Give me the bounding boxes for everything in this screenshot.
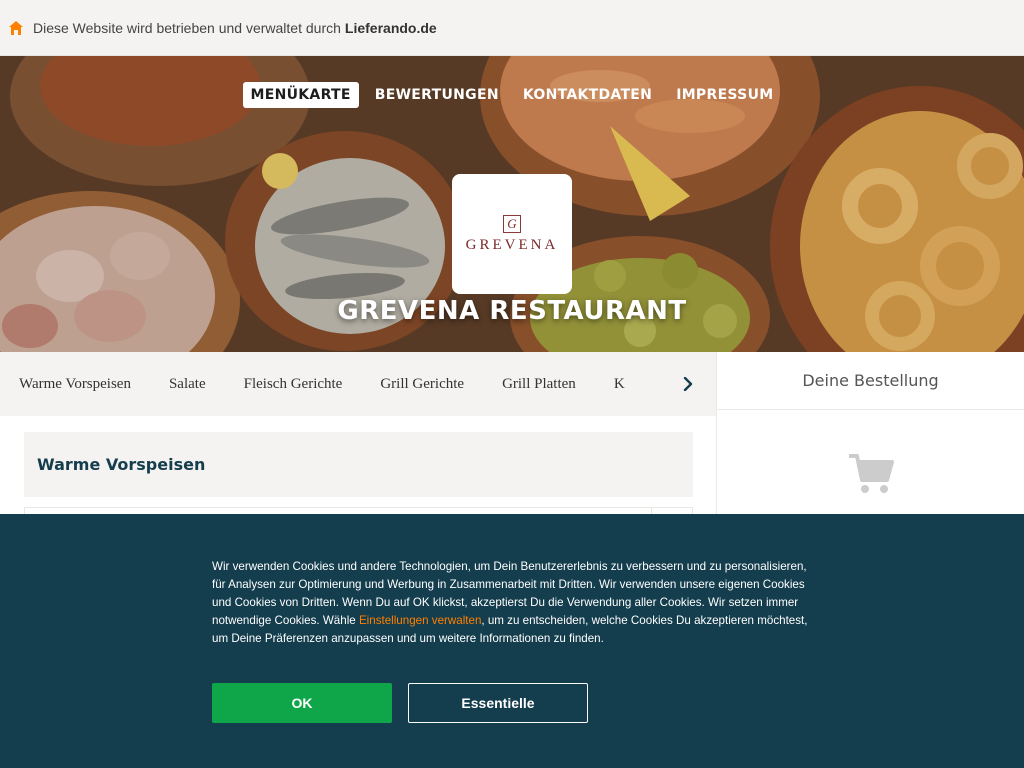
category-warme-vorspeisen[interactable]: Warme Vorspeisen bbox=[19, 376, 131, 393]
restaurant-logo: G GREVENA bbox=[452, 174, 572, 294]
chevron-right-icon bbox=[683, 377, 693, 391]
shopping-cart-icon bbox=[849, 454, 894, 493]
restaurant-nav: MENÜKARTE BEWERTUNGEN KONTAKTDATEN IMPRE… bbox=[0, 82, 1024, 108]
cookie-text: Wir verwenden Cookies und andere Technol… bbox=[212, 558, 816, 648]
provider-bar: Diese Website wird betrieben und verwalt… bbox=[0, 0, 1024, 56]
nav-menukarte[interactable]: MENÜKARTE bbox=[242, 82, 359, 108]
category-bar: Warme Vorspeisen Salate Fleisch Gerichte… bbox=[0, 352, 716, 416]
category-salate[interactable]: Salate bbox=[169, 376, 206, 393]
category-next-partial[interactable]: K bbox=[614, 376, 625, 393]
cookie-banner: Wir verwenden Cookies und andere Technol… bbox=[0, 514, 1024, 768]
category-grill-platten[interactable]: Grill Platten bbox=[502, 376, 576, 393]
basket-header: Deine Bestellung bbox=[717, 352, 1024, 410]
menu-section-title: Warme Vorspeisen bbox=[37, 455, 206, 474]
category-scroll-right-button[interactable] bbox=[660, 352, 716, 416]
cookie-essential-button[interactable]: Essentielle bbox=[408, 683, 588, 723]
basket-title: Deine Bestellung bbox=[802, 371, 939, 390]
home-icon bbox=[9, 20, 23, 35]
logo-monogram: G bbox=[503, 214, 521, 233]
nav-bewertungen[interactable]: BEWERTUNGEN bbox=[367, 82, 507, 108]
category-list: Warme Vorspeisen Salate Fleisch Gerichte… bbox=[0, 352, 625, 416]
restaurant-title: GREVENA RESTAURANT bbox=[337, 296, 687, 326]
menu-section-header: Warme Vorspeisen bbox=[24, 432, 693, 497]
provider-brand: Lieferando.de bbox=[344, 19, 437, 36]
nav-impressum[interactable]: IMPRESSUM bbox=[668, 82, 781, 108]
category-grill-gerichte[interactable]: Grill Gerichte bbox=[380, 376, 464, 393]
cookie-ok-button[interactable]: OK bbox=[212, 683, 392, 723]
cookie-settings-link[interactable]: Einstellungen verwalten bbox=[359, 614, 481, 627]
hero-banner: MENÜKARTE BEWERTUNGEN KONTAKTDATEN IMPRE… bbox=[0, 56, 1024, 352]
logo-wordmark: GREVENA bbox=[465, 236, 559, 253]
category-fleisch-gerichte[interactable]: Fleisch Gerichte bbox=[244, 376, 343, 393]
nav-kontaktdaten[interactable]: KONTAKTDATEN bbox=[515, 82, 660, 108]
provider-text: Diese Website wird betrieben und verwalt… bbox=[33, 19, 341, 36]
